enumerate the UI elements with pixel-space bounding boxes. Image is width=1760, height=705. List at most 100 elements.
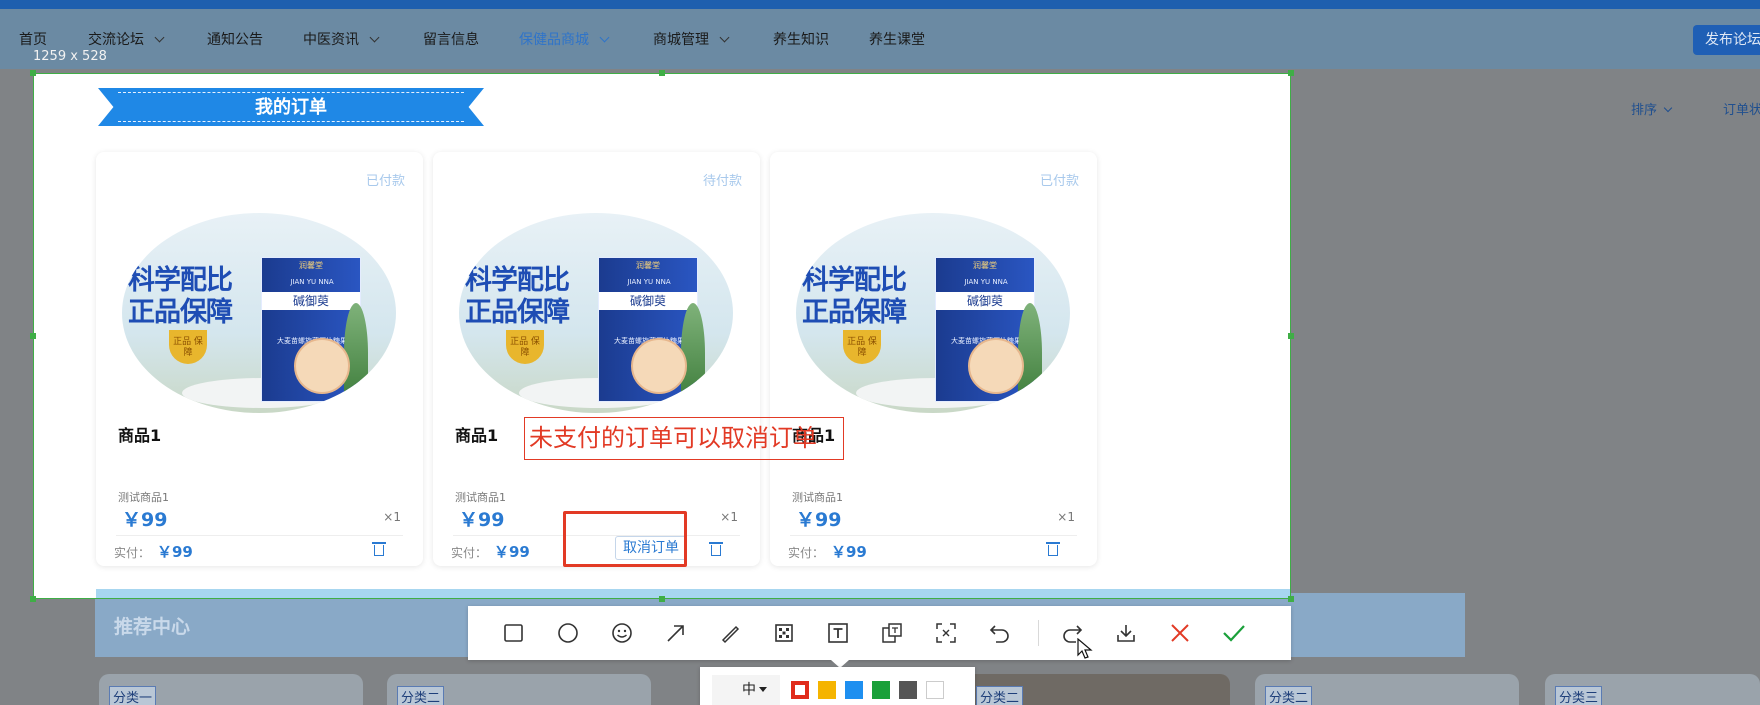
chevron-down-icon (369, 32, 380, 43)
capture-toolbar (468, 606, 1291, 668)
product-name: 商品1 (455, 426, 499, 445)
product-headline: 科学配比 (128, 265, 233, 296)
nav-item-label: 养生知识 (773, 32, 829, 48)
delete-order-icon[interactable] (372, 542, 386, 556)
nav-item-label: 养生课堂 (869, 32, 925, 48)
product-desc: 测试商品1 (792, 491, 843, 504)
product-qty: ×1 (1057, 510, 1075, 524)
recommend-card[interactable]: 分类三 (1545, 674, 1760, 705)
nav-item-label: 留言信息 (423, 32, 479, 48)
toolbar-separator (1038, 620, 1039, 646)
annotation-rectangle[interactable] (563, 511, 687, 567)
baby-illustration (968, 338, 1024, 394)
category-tag: 分类二 (397, 686, 445, 705)
nav-item-label: 中医资讯 (303, 32, 359, 48)
resize-handle[interactable] (30, 333, 36, 339)
nav-item-health-store[interactable]: 保健品商城 (519, 29, 610, 49)
font-size-select[interactable]: 中 (712, 675, 780, 705)
nav-bar: 首页 交流论坛 通知公告 中医资讯 留言信息 保健品商城 商城管理 养生知识 养… (0, 9, 1760, 69)
orders-title-ribbon: 我的订单 (98, 88, 484, 126)
product-image[interactable]: 科学配比 正品保障 正品 保障 润馨堂 碱御萸 JIAN YU NNA 大麦苗螺… (796, 213, 1070, 413)
orders-title: 我的订单 (255, 97, 327, 118)
recommend-card[interactable]: 分类二 (1255, 674, 1519, 705)
nav-item-store-admin[interactable]: 商城管理 (653, 29, 730, 49)
text-tool-icon[interactable] (824, 619, 852, 647)
color-swatch[interactable] (818, 681, 836, 699)
translate-tool-icon[interactable] (878, 619, 906, 647)
nav-item-wellness-class[interactable]: 养生课堂 (869, 29, 925, 49)
product-headline: 正品保障 (128, 297, 233, 328)
color-swatch[interactable] (791, 681, 809, 699)
resize-handle[interactable] (1288, 596, 1294, 602)
box-product-name: 碱御萸 (936, 292, 1034, 310)
order-card[interactable]: 已付款 科学配比 正品保障 正品 保障 润馨堂 碱御萸 JIAN YU NNA … (770, 152, 1097, 566)
leaf-decoration (1018, 303, 1042, 403)
delete-order-icon[interactable] (1046, 542, 1060, 556)
sort-dropdown[interactable]: 排序 (1631, 99, 1673, 118)
pen-tool-icon[interactable] (716, 619, 744, 647)
box-latin: JIAN YU NNA (290, 278, 334, 286)
resize-handle[interactable] (659, 70, 665, 76)
confirm-capture-icon[interactable] (1220, 619, 1248, 647)
order-card[interactable]: 已付款 科学配比 正品保障 正品 保障 润馨堂 碱御萸 JIAN YU NNA … (96, 152, 423, 566)
ocr-tool-icon[interactable] (932, 619, 960, 647)
product-headline: 正品保障 (465, 297, 570, 328)
mosaic-tool-icon[interactable] (770, 619, 798, 647)
authentic-seal: 正品 保障 (169, 330, 207, 364)
product-headline: 正品保障 (802, 297, 907, 328)
text-options-bar: 中 (700, 667, 975, 705)
color-swatch[interactable] (845, 681, 863, 699)
ellipse-tool-icon[interactable] (554, 619, 582, 647)
card-divider (790, 535, 1077, 536)
product-image[interactable]: 科学配比 正品保障 正品 保障 润馨堂 碱御萸 JIAN YU NNA 大麦苗螺… (459, 213, 733, 413)
product-image[interactable]: 科学配比 正品保障 正品 保障 润馨堂 碱御萸 JIAN YU NNA 大麦苗螺… (122, 213, 396, 413)
product-headline: 科学配比 (802, 265, 907, 296)
font-size-value: 中 (742, 682, 756, 698)
nav-item-tcm-news[interactable]: 中医资讯 (303, 29, 380, 49)
recommend-card[interactable]: 分类一 (99, 674, 363, 705)
authentic-seal: 正品 保障 (506, 330, 544, 364)
leaf-decoration (344, 303, 368, 403)
color-swatch[interactable] (899, 681, 917, 699)
box-product-name: 碱御萸 (262, 292, 360, 310)
undo-icon[interactable] (986, 619, 1014, 647)
save-download-icon[interactable] (1112, 619, 1140, 647)
nav-item-wellness-knowledge[interactable]: 养生知识 (773, 29, 829, 49)
nav-item-notice[interactable]: 通知公告 (207, 29, 263, 49)
color-swatch[interactable] (872, 681, 890, 699)
publish-forum-button[interactable]: 发布论坛 (1693, 25, 1760, 55)
emoji-tool-icon[interactable] (608, 619, 636, 647)
order-status: 已付款 (1039, 174, 1079, 189)
arrow-tool-icon[interactable] (662, 619, 690, 647)
nav-item-messages[interactable]: 留言信息 (423, 29, 479, 49)
rectangle-tool-icon[interactable] (500, 619, 528, 647)
brand-label: 润馨堂 (973, 261, 997, 270)
delete-order-icon[interactable] (709, 542, 723, 556)
resize-handle[interactable] (1288, 333, 1294, 339)
nav-item-label: 首页 (19, 32, 47, 48)
mouse-cursor-icon (1077, 638, 1093, 659)
annotation-text[interactable]: 未支付的订单可以取消订单 (524, 417, 844, 460)
paid-amount: ￥99 (157, 543, 193, 561)
capture-selection[interactable]: 我的订单 已付款 科学配比 正品保障 正品 保障 润馨堂 碱御萸 JIAN YU… (33, 73, 1291, 599)
resize-handle[interactable] (30, 70, 36, 76)
top-accent-strip (0, 0, 1760, 9)
category-tag: 分类二 (1265, 686, 1313, 705)
order-status-filter[interactable]: 订单状 (1723, 99, 1760, 118)
cancel-capture-icon[interactable] (1166, 619, 1194, 647)
resize-handle[interactable] (30, 596, 36, 602)
nav-item-home[interactable]: 首页 (19, 29, 47, 49)
resize-handle[interactable] (659, 596, 665, 602)
nav-item-forum[interactable]: 交流论坛 (88, 29, 165, 49)
product-desc: 测试商品1 (455, 491, 506, 504)
color-swatch[interactable] (926, 681, 944, 699)
product-headline: 科学配比 (465, 265, 570, 296)
order-card[interactable]: 待付款 科学配比 正品保障 正品 保障 润馨堂 碱御萸 JIAN YU NNA … (433, 152, 760, 566)
recommend-card[interactable]: 分类二 (966, 674, 1230, 705)
category-tag: 分类一 (109, 686, 157, 705)
brand-label: 润馨堂 (299, 261, 323, 270)
baby-illustration (631, 338, 687, 394)
recommend-card[interactable]: 分类二 (387, 674, 651, 705)
resize-handle[interactable] (1288, 70, 1294, 76)
recommend-title: 推荐中心 (114, 616, 191, 638)
